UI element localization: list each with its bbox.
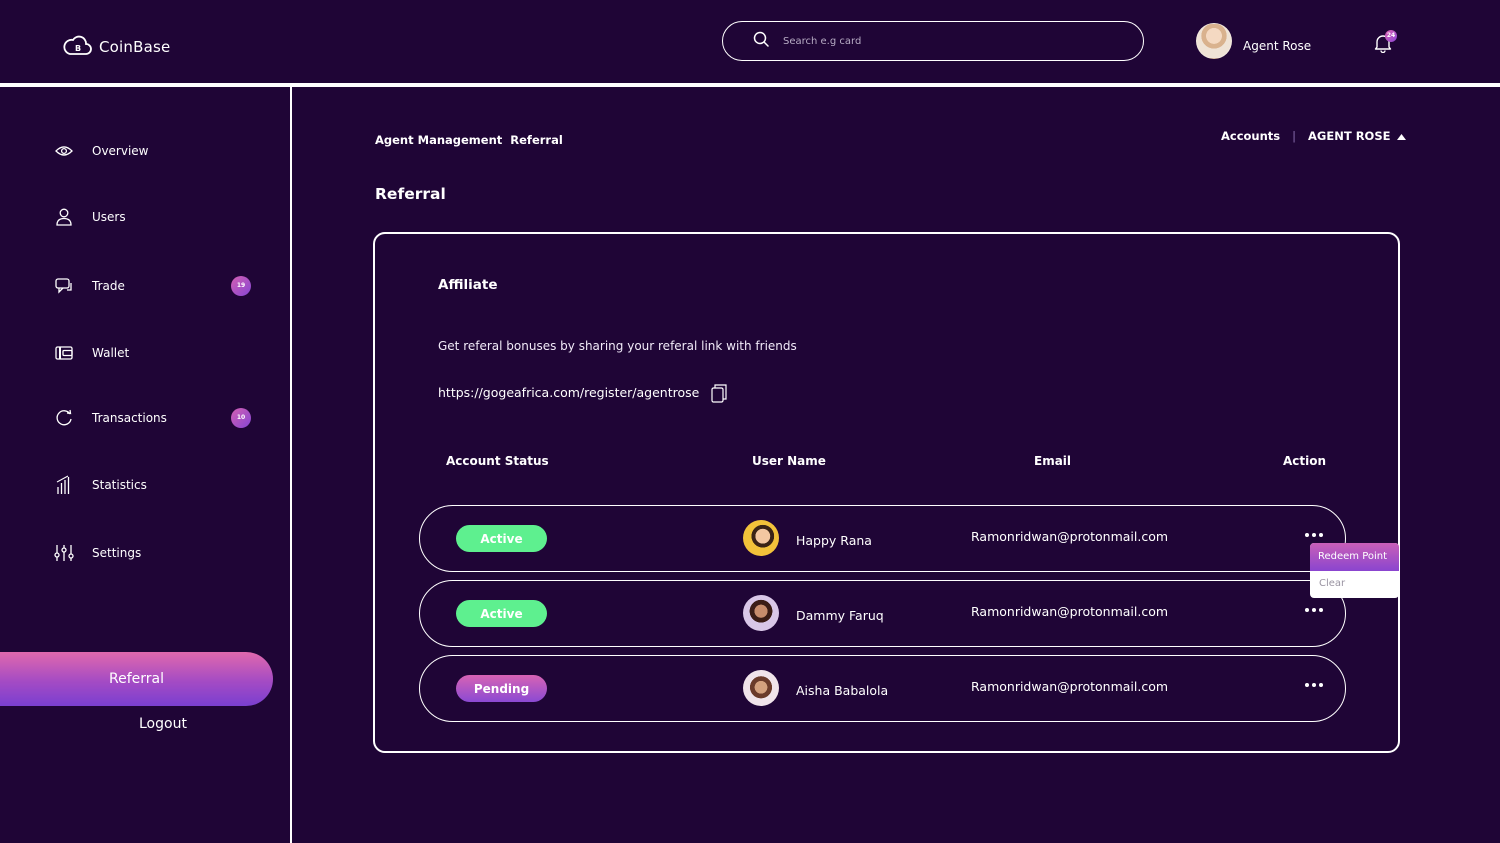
column-header-email: Email bbox=[1034, 454, 1072, 468]
sidebar-item-overview[interactable]: Overview bbox=[54, 141, 149, 161]
app-logo[interactable]: B CoinBase bbox=[63, 32, 170, 62]
sidebar-item-settings[interactable]: Settings bbox=[54, 543, 141, 563]
nav-separator: | bbox=[1292, 129, 1297, 143]
row-email: Ramonridwan@protonmail.com bbox=[971, 604, 1169, 619]
more-options-icon[interactable] bbox=[1305, 533, 1323, 537]
status-badge: Active bbox=[456, 525, 547, 552]
avatar bbox=[743, 520, 779, 556]
avatar bbox=[743, 595, 779, 631]
row-user-name: Dammy Faruq bbox=[796, 608, 884, 623]
breadcrumb-item[interactable]: Referral bbox=[510, 133, 563, 147]
cycle-icon bbox=[54, 408, 74, 428]
row-email: Ramonridwan@protonmail.com bbox=[971, 679, 1169, 694]
breadcrumb: Agent Management Referral bbox=[375, 133, 563, 147]
account-nav: Accounts | AGENT ROSE bbox=[1221, 129, 1407, 143]
eye-icon bbox=[54, 141, 74, 161]
sidebar-item-label: Wallet bbox=[92, 346, 130, 360]
accounts-link[interactable]: Accounts bbox=[1221, 129, 1280, 143]
breadcrumb-item[interactable]: Agent Management bbox=[375, 133, 502, 147]
search-icon bbox=[753, 31, 769, 51]
user-icon bbox=[54, 207, 74, 227]
clear-menu-item[interactable]: Clear bbox=[1310, 571, 1399, 598]
svg-text:B: B bbox=[75, 44, 81, 53]
action-menu: Redeem Point Clear bbox=[1310, 543, 1399, 598]
search-input[interactable] bbox=[783, 35, 1103, 47]
sliders-icon bbox=[54, 543, 74, 563]
column-header-status: Account Status bbox=[446, 454, 549, 468]
sidebar-item-referral[interactable]: Referral bbox=[0, 652, 273, 706]
sidebar-item-label: Transactions bbox=[92, 411, 167, 425]
search-bar[interactable] bbox=[722, 21, 1144, 61]
cloud-logo-icon: B bbox=[63, 32, 93, 62]
sidebar-item-label: Trade bbox=[92, 279, 125, 293]
more-options-icon[interactable] bbox=[1305, 683, 1323, 687]
sidebar-divider bbox=[290, 87, 292, 843]
row-email: Ramonridwan@protonmail.com bbox=[971, 529, 1169, 544]
row-user-name: Aisha Babalola bbox=[796, 683, 889, 698]
logout-button[interactable]: Logout bbox=[139, 716, 187, 732]
row-user-name: Happy Rana bbox=[796, 533, 872, 548]
page-title: Referral bbox=[375, 185, 446, 203]
sidebar-item-label: Overview bbox=[92, 144, 149, 158]
trade-count-badge: 19 bbox=[231, 276, 251, 296]
notification-badge: 24 bbox=[1385, 30, 1397, 42]
user-avatar[interactable] bbox=[1196, 23, 1232, 59]
status-badge: Pending bbox=[456, 675, 547, 702]
table-row bbox=[419, 505, 1346, 572]
user-name[interactable]: Agent Rose bbox=[1243, 39, 1311, 53]
status-badge: Active bbox=[456, 600, 547, 627]
column-header-action: Action bbox=[1283, 454, 1327, 468]
redeem-point-menu-item[interactable]: Redeem Point bbox=[1310, 543, 1399, 571]
affiliate-description: Get referal bonuses by sharing your refe… bbox=[438, 339, 797, 353]
caret-up-icon[interactable] bbox=[1397, 129, 1407, 143]
transactions-count-badge: 10 bbox=[231, 408, 251, 428]
sidebar-item-wallet[interactable]: Wallet bbox=[54, 343, 129, 363]
sidebar-item-label: Settings bbox=[92, 546, 142, 560]
sidebar-item-label: Statistics bbox=[92, 478, 147, 492]
sidebar-item-statistics[interactable]: Statistics bbox=[54, 475, 147, 495]
sidebar-item-transactions[interactable]: Transactions bbox=[54, 408, 167, 428]
sidebar-item-trade[interactable]: Trade bbox=[54, 276, 125, 296]
avatar bbox=[743, 670, 779, 706]
app-name: CoinBase bbox=[99, 38, 171, 56]
more-options-icon[interactable] bbox=[1305, 608, 1323, 612]
sidebar-item-users[interactable]: Users bbox=[54, 207, 126, 227]
copy-icon[interactable] bbox=[711, 384, 727, 407]
referral-link[interactable]: https://gogeafrica.com/register/agentros… bbox=[438, 385, 699, 400]
wallet-icon bbox=[54, 343, 74, 363]
bar-chart-icon bbox=[54, 475, 74, 495]
affiliate-title: Affiliate bbox=[438, 277, 498, 293]
agent-dropdown[interactable]: AGENT ROSE bbox=[1308, 129, 1390, 143]
chat-icon bbox=[54, 276, 74, 296]
sidebar-item-label: Users bbox=[92, 210, 126, 224]
column-header-username: User Name bbox=[752, 454, 826, 468]
